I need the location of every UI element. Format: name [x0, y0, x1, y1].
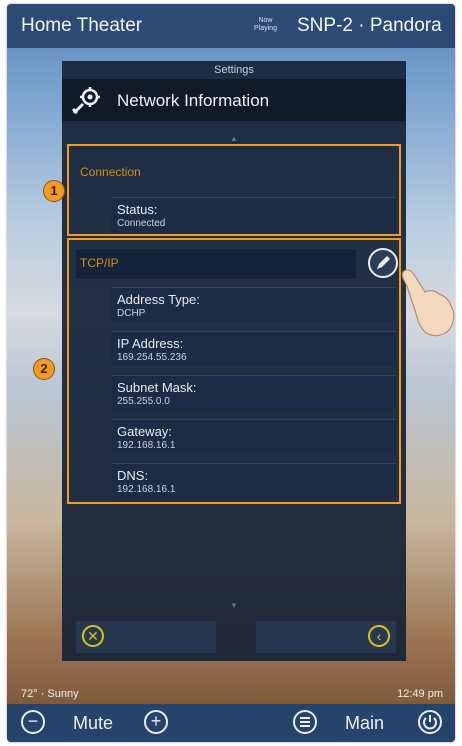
close-circle-icon: ✕: [82, 625, 104, 647]
scroll-down-indicator: ▼: [230, 601, 238, 610]
scroll-up-indicator: ▲: [230, 134, 238, 143]
cancel-button[interactable]: ✕: [76, 621, 216, 653]
callout-1: 1: [43, 180, 65, 202]
chevron-left-circle-icon: ‹: [368, 625, 390, 647]
room-name[interactable]: Home Theater: [21, 15, 142, 37]
main-button[interactable]: Main: [345, 713, 384, 734]
plus-icon: +: [150, 711, 162, 731]
panel-title: Network Information: [117, 91, 270, 110]
source-name[interactable]: SNP-2 · Pandora: [297, 15, 442, 37]
volume-down-button[interactable]: −: [21, 710, 45, 734]
callout-2: 2: [33, 358, 55, 380]
volume-up-button[interactable]: +: [144, 710, 168, 734]
power-icon: [423, 715, 437, 730]
now-playing-line1: Now: [258, 17, 273, 24]
settings-label: Settings: [214, 64, 254, 76]
clock-label: 12:49 pm: [397, 688, 443, 700]
minus-icon: −: [27, 711, 39, 731]
now-playing-line2: Playing: [254, 25, 277, 32]
touchpanel-screen: Home Theater Now Playing SNP-2 · Pandora…: [7, 4, 455, 742]
mute-button[interactable]: Mute: [73, 713, 113, 734]
weather-label: 72° · Sunny: [21, 688, 79, 700]
panel-header: Network Information: [62, 79, 406, 121]
connection-highlight: [67, 144, 401, 236]
now-playing-label: Now Playing: [254, 17, 277, 33]
menu-button[interactable]: [293, 710, 317, 734]
power-button[interactable]: [418, 710, 442, 734]
bottom-bar: − Mute + Main: [7, 704, 455, 742]
tcpip-highlight: [67, 238, 401, 504]
menu-icon: [300, 717, 310, 727]
back-button[interactable]: ‹: [256, 621, 396, 653]
pointing-hand-icon: [401, 269, 455, 337]
top-bar: Home Theater Now Playing SNP-2 · Pandora: [7, 4, 455, 48]
gear-wrench-icon: [71, 87, 100, 115]
